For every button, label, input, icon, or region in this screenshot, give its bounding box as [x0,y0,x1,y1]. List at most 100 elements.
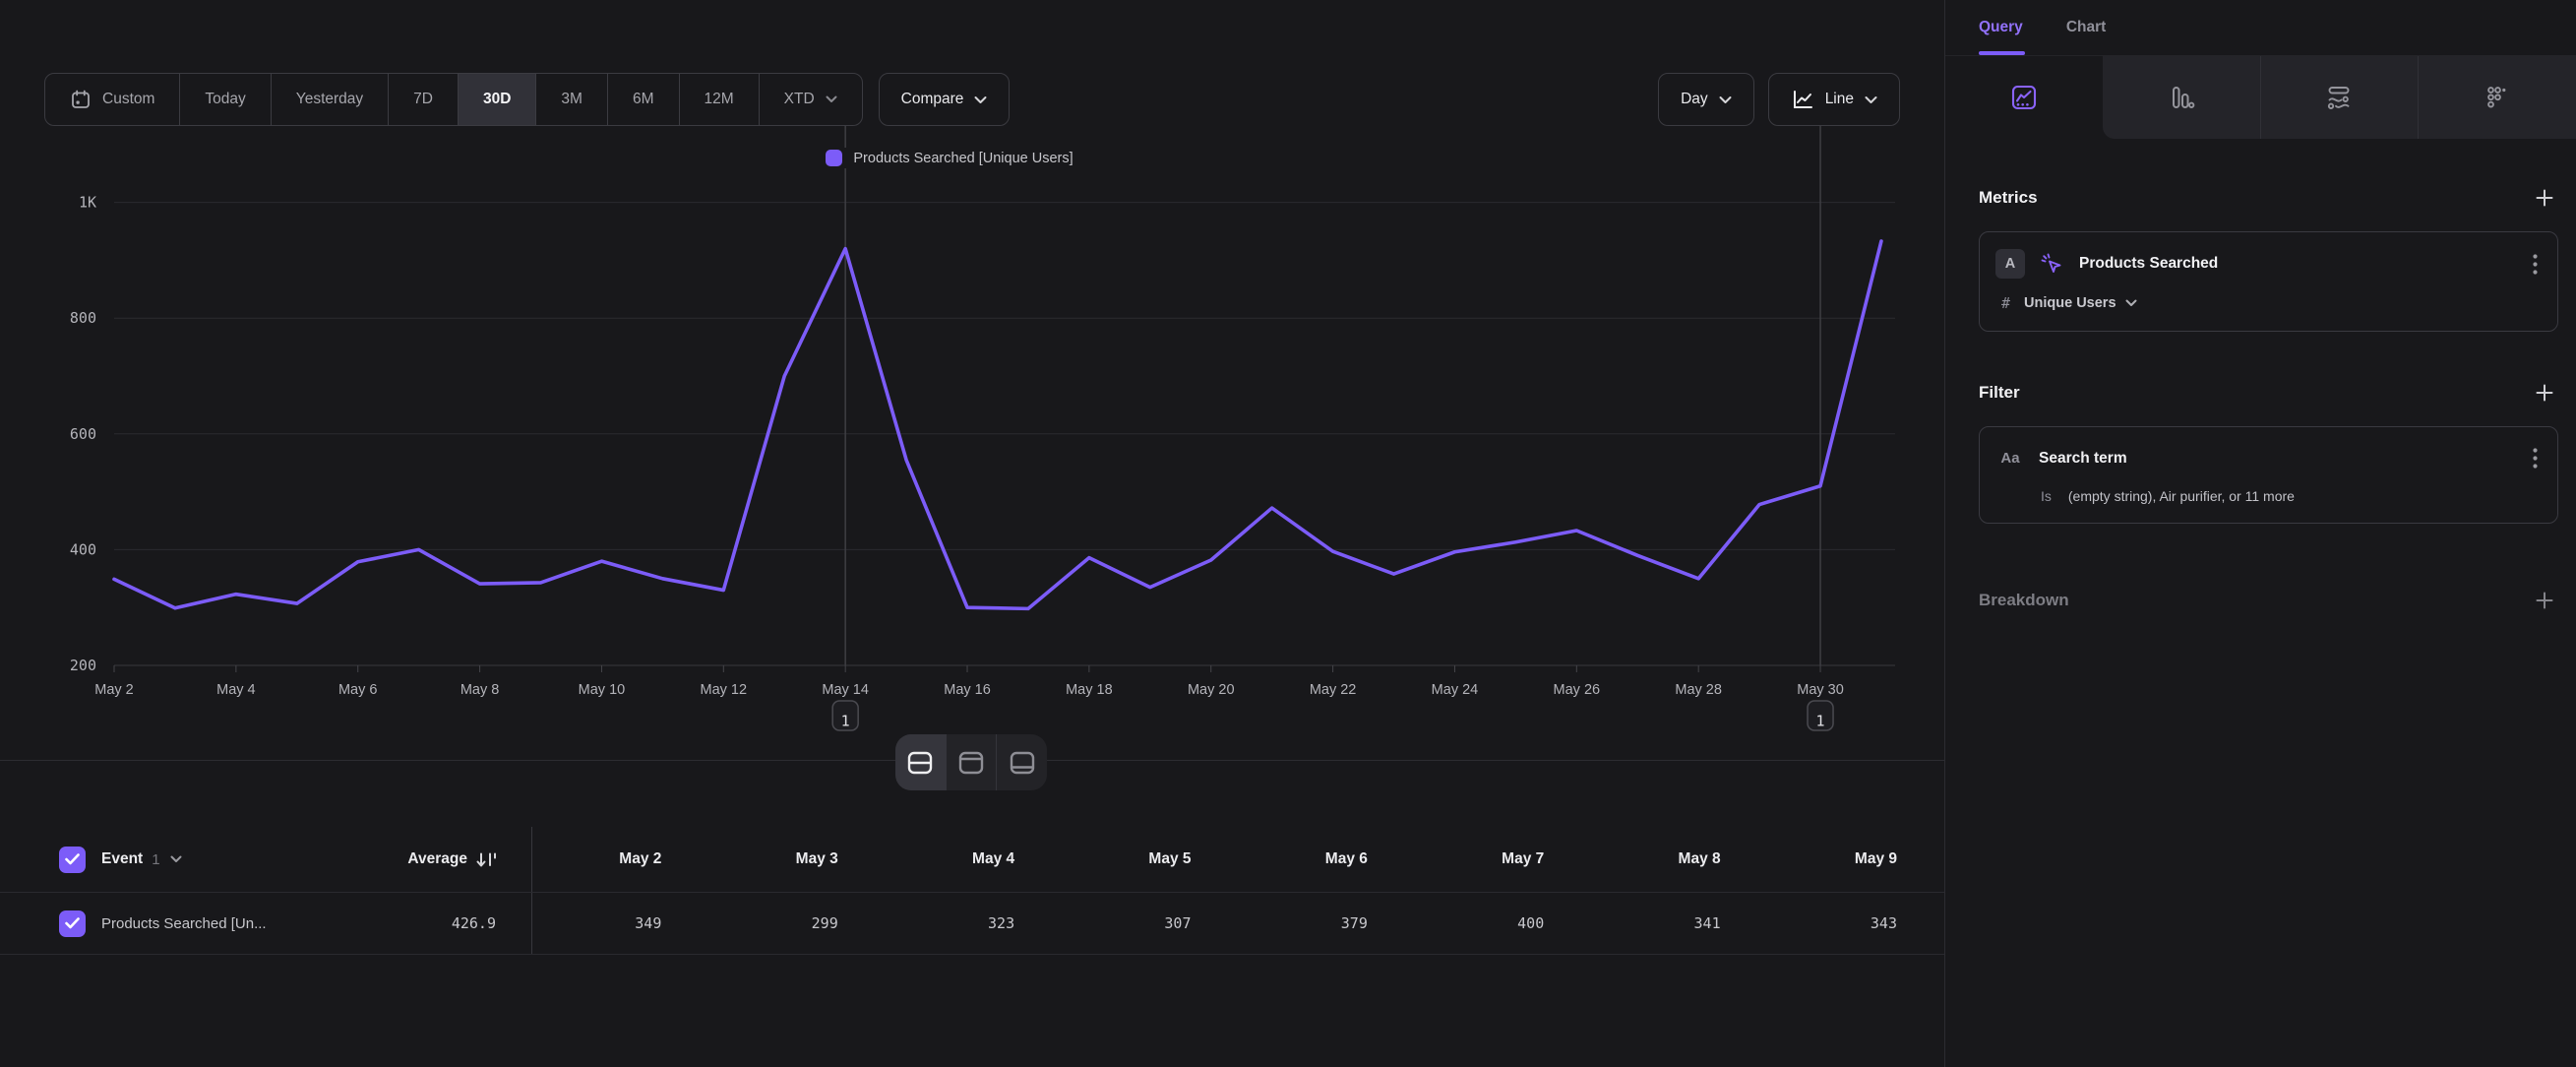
table-row: Products Searched [Un... 426.9 349299323… [0,892,1944,955]
funnels-icon [2167,83,2196,112]
range-label: Today [205,91,245,108]
table-cell-2: 323 [886,914,1062,932]
x-axis-label: May 20 [1188,682,1235,698]
y-axis-label: 400 [70,540,96,558]
metrics-title: Metrics [1979,188,2038,208]
x-axis-label: May 30 [1797,682,1844,698]
layout-toggle [895,734,1047,790]
table-only-view-icon [1008,750,1037,776]
table-cell-6: 341 [1591,914,1767,932]
range-label: 3M [561,91,583,108]
y-axis-label: 800 [70,309,96,327]
table-cell-4: 379 [1239,914,1415,932]
x-axis-label: May 22 [1310,682,1357,698]
add-filter-button[interactable] [2531,379,2558,407]
check-icon [65,853,80,865]
filter-value[interactable]: (empty string), Air purifier, or 11 more [2068,488,2295,504]
x-axis-label: May 10 [579,682,626,698]
tab-funnels[interactable] [2103,56,2260,139]
legend-label: Products Searched [Unique Users] [853,151,1073,166]
tab-flows[interactable] [2260,56,2419,139]
calendar-icon [70,89,92,110]
analytics-app: CustomTodayYesterday7D30D3M6M12MXTD Comp… [0,0,2576,1067]
tab-query[interactable]: Query [1979,0,2023,55]
column-header-1: May 3 [708,850,885,868]
breakdown-title: Breakdown [1979,591,2069,610]
event-cursor-icon [2039,251,2065,278]
table-only-view-button[interactable] [997,734,1047,790]
x-axis-label: May 6 [338,682,378,698]
line-chart: 2004006008001KMay 2May 4May 6May 8May 10… [0,118,1944,756]
filter-operator[interactable]: Is [2041,488,2052,504]
panel-tab-bar: Query Chart [1945,0,2576,56]
filter-section-header: Filter [1979,379,2558,407]
annotation-badge-label: 1 [841,713,850,730]
tab-insights[interactable] [1945,56,2103,139]
add-breakdown-button[interactable] [2531,587,2558,614]
x-axis-label: May 12 [701,682,748,698]
breakdown-table: Event 1 Average Ma [0,827,1944,955]
x-axis-label: May 18 [1066,682,1113,698]
metric-card[interactable]: A Products Searched # Unique U [1979,231,2558,332]
chart-only-view-icon [956,750,986,776]
insights-icon [2009,83,2039,112]
add-metric-button[interactable] [2531,184,2558,212]
tab-retention[interactable] [2418,56,2576,139]
compare-label: Compare [901,91,964,108]
chart-only-view-button[interactable] [947,734,998,790]
legend-item: Products Searched [Unique Users] [820,148,1078,168]
granularity-label: Day [1681,91,1708,108]
series-line-products-searched [114,241,1881,608]
main-area: CustomTodayYesterday7D30D3M6M12MXTD Comp… [0,0,1945,1067]
metric-aggregation-row: # Unique Users [1995,294,2542,312]
table-cell-1: 299 [708,914,885,932]
metric-options-button[interactable] [2529,250,2542,279]
split-view-button[interactable] [895,734,947,790]
filter-options-button[interactable] [2529,444,2542,472]
panel-content: Metrics A Products Searched [1945,184,2576,614]
table-date-headers: May 2May 3May 4May 5May 6May 7May 8May 9 [532,827,1944,892]
table-cell-3: 307 [1062,914,1238,932]
filter-card-main: Aa Search term [1995,444,2542,472]
x-axis-label: May 4 [216,682,256,698]
line-chart-icon [1791,89,1814,110]
event-dropdown[interactable] [170,855,182,863]
aggregation-selector[interactable]: Unique Users [2024,295,2136,311]
breakdown-section-header: Breakdown [1979,587,2558,614]
plus-icon [2535,188,2554,208]
table-row-left: Products Searched [Un... 426.9 [0,893,532,954]
table-cell-0: 349 [532,914,708,932]
series-name: Products Searched [Un... [101,915,267,932]
tab-chart[interactable]: Chart [2066,0,2106,55]
column-header-4: May 6 [1239,850,1415,868]
range-label: 7D [413,91,433,108]
annotation-badge-label: 1 [1816,713,1825,730]
x-axis-label: May 26 [1554,682,1601,698]
legend-swatch [826,150,842,166]
chevron-down-icon [826,95,837,103]
filter-title: Filter [1979,383,2020,403]
y-axis-label: 200 [70,657,96,674]
select-all-checkbox[interactable] [59,847,86,873]
column-header-5: May 7 [1415,850,1591,868]
average-value: 426.9 [452,914,496,932]
metric-name: Products Searched [2079,255,2218,273]
chevron-down-icon [2125,299,2137,307]
average-header-label: Average [407,850,467,868]
range-label: 6M [633,91,654,108]
range-label: 30D [483,91,511,108]
filter-card[interactable]: Aa Search term Is (empty string), Air pu… [1979,426,2558,524]
x-axis-label: May 16 [944,682,991,698]
range-label: Yesterday [296,91,363,108]
row-checkbox[interactable] [59,910,86,937]
average-sort-header[interactable]: Average [407,850,498,869]
chevron-down-icon [974,95,987,104]
x-axis-label: May 14 [822,682,869,698]
column-header-2: May 4 [886,850,1062,868]
y-axis-label: 1K [79,194,96,212]
sort-descending-icon [476,850,498,869]
string-property-icon: Aa [1995,450,2025,467]
plus-icon [2535,383,2554,403]
column-header-7: May 9 [1768,850,1944,868]
x-axis-label: May 2 [94,682,134,698]
